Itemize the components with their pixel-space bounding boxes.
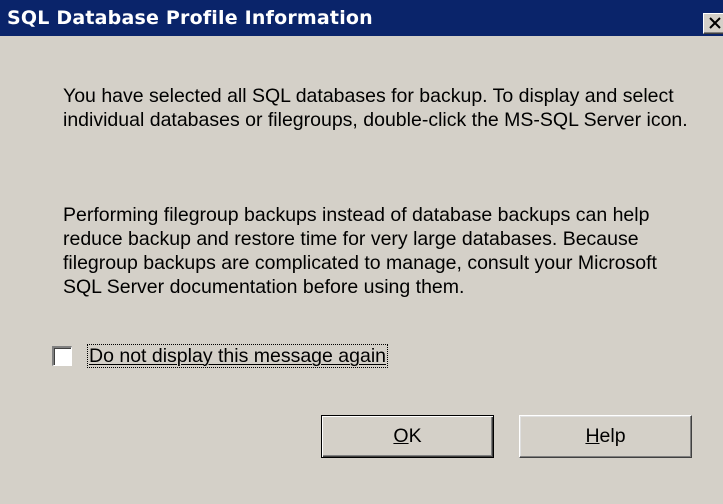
window-title: SQL Database Profile Information xyxy=(7,7,373,29)
dont-show-again-checkbox[interactable] xyxy=(52,346,72,366)
close-button[interactable] xyxy=(703,13,723,34)
title-bar[interactable]: SQL Database Profile Information xyxy=(0,0,723,36)
info-paragraph-selection: You have selected all SQL databases for … xyxy=(63,85,688,131)
dont-show-again-row[interactable]: Do not display this message again xyxy=(50,342,389,370)
ok-button-label: OK xyxy=(393,425,422,447)
ok-button[interactable]: OK xyxy=(321,415,494,458)
dialog-window: SQL Database Profile Information You hav… xyxy=(0,0,723,504)
dont-show-again-label[interactable]: Do not display this message again xyxy=(86,344,389,368)
help-button-label: Help xyxy=(585,425,626,447)
help-button[interactable]: Help xyxy=(519,415,692,458)
info-paragraph-filegroup: Performing filegroup backups instead of … xyxy=(63,204,657,298)
close-icon xyxy=(709,17,721,29)
